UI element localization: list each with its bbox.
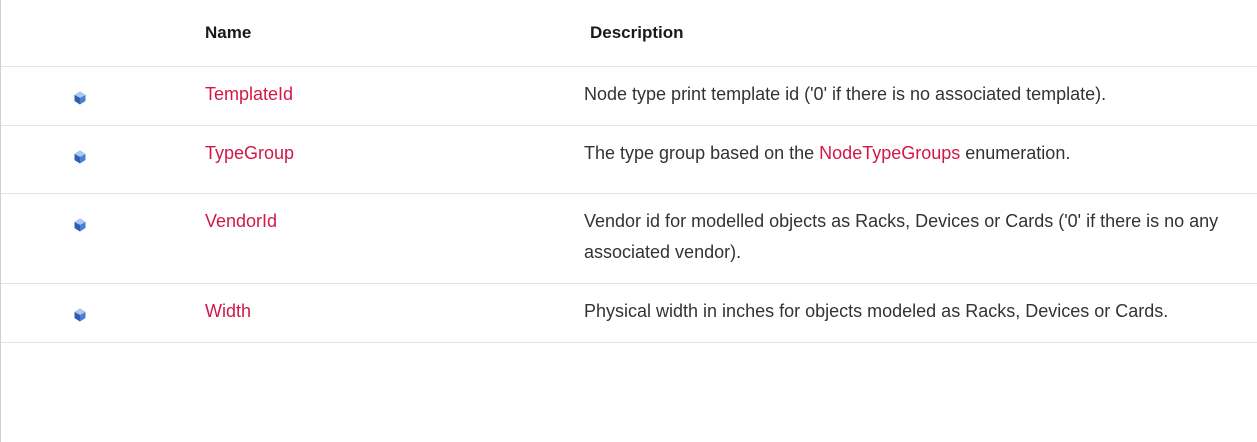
member-link-typegroup[interactable]: TypeGroup	[205, 143, 294, 163]
table-row: VendorId Vendor id for modelled objects …	[1, 193, 1257, 284]
table-row: TemplateId Node type print template id (…	[1, 66, 1257, 126]
member-description: Node type print template id ('0' if ther…	[572, 66, 1257, 126]
member-description: Physical width in inches for objects mod…	[572, 283, 1257, 343]
member-link-templateid[interactable]: TemplateId	[205, 84, 293, 104]
member-link-vendorid[interactable]: VendorId	[205, 211, 277, 231]
icon-column-header	[1, 0, 187, 67]
description-text: The type group based on the	[584, 143, 820, 163]
member-description: The type group based on the NodeTypeGrou…	[572, 125, 1257, 194]
nodetypegroups-link[interactable]: NodeTypeGroups	[819, 143, 960, 163]
member-link-width[interactable]: Width	[205, 301, 251, 321]
public-property-icon	[74, 150, 86, 164]
properties-table: Name Description TemplateId Node type pr…	[1, 0, 1257, 343]
public-property-icon	[74, 91, 86, 105]
table-header-row: Name Description	[1, 0, 1257, 67]
name-column-header: Name	[187, 0, 572, 67]
description-text: enumeration.	[960, 143, 1071, 163]
member-description: Vendor id for modelled objects as Racks,…	[572, 193, 1257, 284]
members-table-container: Name Description TemplateId Node type pr…	[0, 0, 1257, 442]
public-property-icon	[74, 308, 86, 322]
public-property-icon	[74, 218, 86, 232]
table-row: Width Physical width in inches for objec…	[1, 283, 1257, 343]
description-column-header: Description	[572, 0, 1257, 67]
table-row: TypeGroup The type group based on the No…	[1, 125, 1257, 194]
